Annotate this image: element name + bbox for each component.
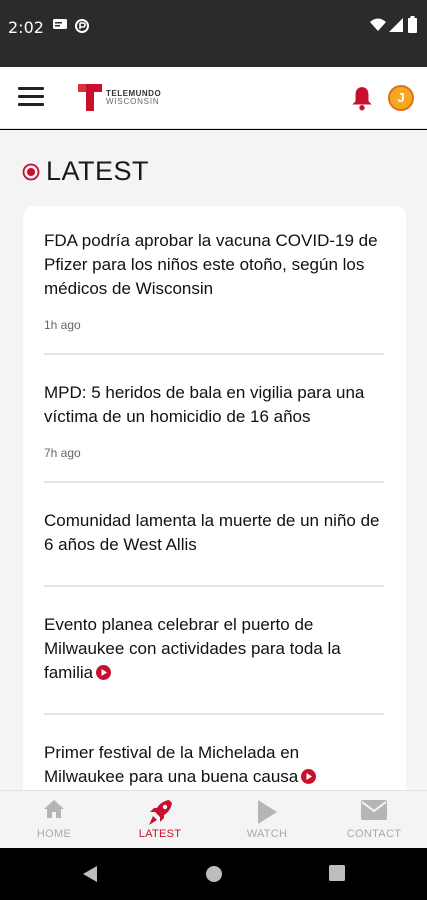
- article-headline-wrap[interactable]: Primer festival de la Michelada en Milwa…: [44, 741, 384, 789]
- nav-label: HOME: [36, 828, 72, 840]
- home-icon: [44, 800, 64, 818]
- mail-icon: [361, 800, 387, 820]
- bottom-nav: HOME LATEST WATCH CONTACT: [0, 790, 427, 848]
- article-headline[interactable]: Primer festival de la Michelada en Milwa…: [44, 743, 299, 786]
- article-item[interactable]: MPD: 5 heridos de bala en vigilia para u…: [44, 381, 384, 460]
- telemundo-logo[interactable]: TELEMUNDO WISCONSIN: [78, 84, 161, 111]
- article-headline[interactable]: Comunidad lamenta la muerte de un niño d…: [44, 509, 384, 557]
- main-content: LATEST FDA podría aprobar la vacuna COVI…: [0, 130, 427, 790]
- nav-label: LATEST: [138, 828, 182, 840]
- nav-label: WATCH: [246, 828, 288, 840]
- article-item[interactable]: FDA podría aprobar la vacuna COVID-19 de…: [44, 229, 384, 332]
- live-dot-icon: [22, 163, 40, 180]
- article-item[interactable]: Comunidad lamenta la muerte de un niño d…: [44, 509, 384, 557]
- nav-label: CONTACT: [346, 828, 402, 840]
- section-title: LATEST: [46, 156, 150, 186]
- user-avatar[interactable]: J: [388, 85, 414, 111]
- article-time: 7h ago: [44, 446, 81, 460]
- article-headline[interactable]: MPD: 5 heridos de bala en vigilia para u…: [44, 381, 384, 429]
- article-headline[interactable]: FDA podría aprobar la vacuna COVID-19 de…: [44, 229, 384, 301]
- menu-icon[interactable]: [18, 87, 44, 107]
- video-play-icon: [301, 769, 317, 784]
- divider: [44, 713, 384, 715]
- status-bar: 2:02: [0, 0, 427, 67]
- section-header: LATEST: [22, 156, 149, 187]
- signal-icon: [389, 18, 403, 32]
- telemundo-t-icon: [78, 84, 102, 111]
- nav-latest[interactable]: LATEST: [120, 791, 200, 849]
- data-saver-icon: [75, 19, 89, 33]
- video-play-icon: [96, 665, 112, 680]
- article-time: 1h ago: [44, 318, 81, 332]
- status-time: 2:02: [8, 18, 44, 37]
- play-icon: [258, 800, 277, 824]
- notification-bell-icon[interactable]: [349, 85, 375, 111]
- nav-contact[interactable]: CONTACT: [334, 791, 414, 849]
- divider: [44, 481, 384, 483]
- system-nav-bar: [0, 848, 427, 900]
- back-icon[interactable]: [82, 865, 98, 883]
- battery-icon: [408, 16, 417, 33]
- rocket-icon: [149, 800, 172, 825]
- recents-icon[interactable]: [329, 865, 345, 881]
- nav-home[interactable]: HOME: [14, 791, 94, 849]
- wifi-icon: [370, 18, 386, 31]
- articles-card: FDA podría aprobar la vacuna COVID-19 de…: [23, 206, 406, 790]
- home-button-icon[interactable]: [205, 865, 223, 883]
- article-headline[interactable]: Evento planea celebrar el puerto de Milw…: [44, 615, 341, 682]
- divider: [44, 353, 384, 355]
- app-header: TELEMUNDO WISCONSIN: [0, 67, 427, 129]
- article-item[interactable]: Primer festival de la Michelada en Milwa…: [44, 741, 384, 789]
- divider: [44, 585, 384, 587]
- article-item[interactable]: Evento planea celebrar el puerto de Milw…: [44, 613, 384, 685]
- article-headline-wrap[interactable]: Evento planea celebrar el puerto de Milw…: [44, 613, 384, 685]
- cast-icon: [53, 19, 67, 29]
- logo-line2: WISCONSIN: [106, 96, 160, 106]
- nav-watch[interactable]: WATCH: [227, 791, 307, 849]
